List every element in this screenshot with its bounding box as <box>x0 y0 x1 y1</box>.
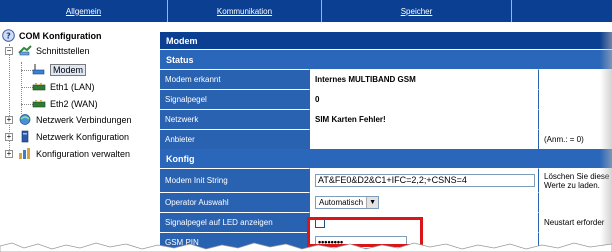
row-value: SIM Karten Fehler! <box>309 109 538 129</box>
section-status-heading: Status <box>160 50 612 69</box>
tree-item-netzwerk-verbindungen[interactable]: Netzwerk Verbindungen <box>18 111 132 128</box>
tree-item-label: Netzwerk Konfiguration <box>36 131 130 142</box>
tree-root-label: COM Konfiguration <box>19 30 102 41</box>
tree-item-label: Konfiguration verwalten <box>36 148 131 159</box>
panel-title: Modem <box>160 32 612 49</box>
ethernet-icon <box>32 97 46 110</box>
tree-item-modem[interactable]: Modem <box>32 61 87 78</box>
tab-allgemein[interactable]: Allgemein <box>0 0 168 22</box>
ethernet-icon <box>32 80 46 93</box>
torn-edge <box>0 242 612 252</box>
config-manage-icon <box>18 147 32 160</box>
chevron-down-icon[interactable]: ▼ <box>366 197 379 208</box>
network-config-icon <box>18 130 32 143</box>
row-value: 0 <box>309 89 538 109</box>
row-label: Operator Auswahl <box>160 192 309 212</box>
row-value: Internes MULTIBAND GSM <box>309 69 538 89</box>
tree-item-netzwerk-konfiguration[interactable]: Netzwerk Konfiguration <box>18 128 129 145</box>
expand-toggle-icon[interactable]: + <box>5 116 13 124</box>
page-edge-shadow <box>600 32 612 252</box>
tab-more[interactable] <box>512 0 612 22</box>
operator-select[interactable]: Automatisch ▼ <box>315 196 380 209</box>
expand-toggle-icon[interactable]: + <box>5 150 13 158</box>
help-icon: ? <box>2 29 16 42</box>
status-row-provider: Anbieter (Anm.: = 0) <box>160 129 612 149</box>
section-config-heading: Konfig <box>160 149 612 168</box>
tab-speicher[interactable]: Speicher <box>322 0 512 22</box>
config-row-operator: Operator Auswahl Automatisch ▼ <box>160 192 612 212</box>
expand-toggle-icon[interactable]: + <box>5 133 13 141</box>
tree-item-eth1[interactable]: Eth1 (LAN) <box>32 78 95 95</box>
row-label: Netzwerk <box>160 109 309 129</box>
modem-init-input[interactable]: AT&FE0&D2&C1+IFC=2,2;+CSNS=4 <box>315 174 535 187</box>
config-row-init: Modem Init String AT&FE0&D2&C1+IFC=2,2;+… <box>160 168 612 192</box>
row-label: Signalpegel auf LED anzeigen <box>160 212 309 232</box>
top-nav: Allgemein Kommunikation Speicher <box>0 0 612 22</box>
tree-item-label: Schnittstellen <box>36 45 90 56</box>
tree-item-label: Eth1 (LAN) <box>50 81 95 92</box>
tree-item-eth2[interactable]: Eth2 (WAN) <box>32 95 98 112</box>
network-interfaces-icon <box>18 44 32 57</box>
row-value: AT&FE0&D2&C1+IFC=2,2;+CSNS=4 <box>309 168 538 192</box>
tree-item-label: Modem <box>50 63 87 76</box>
row-value: Automatisch ▼ <box>309 192 538 212</box>
row-label: Signalpegel <box>160 89 309 109</box>
operator-select-value: Automatisch <box>319 198 364 207</box>
row-value <box>309 129 538 149</box>
tree-item-label: Eth2 (WAN) <box>50 98 98 109</box>
status-row-network: Netzwerk SIM Karten Fehler! <box>160 109 612 129</box>
tree-item-schnittstellen[interactable]: Schnittstellen <box>18 42 90 59</box>
row-label: Anbieter <box>160 129 309 149</box>
modem-icon <box>32 63 46 76</box>
config-tree: ? COM Konfiguration − Schnittstellen Mod… <box>0 22 160 252</box>
svg-text:?: ? <box>6 32 11 41</box>
collapse-toggle-icon[interactable]: − <box>5 47 13 55</box>
network-connections-icon <box>18 113 32 126</box>
tree-item-label: Netzwerk Verbindungen <box>36 114 132 125</box>
status-row-modem: Modem erkannt Internes MULTIBAND GSM <box>160 69 612 89</box>
row-label: Modem Init String <box>160 168 309 192</box>
tree-item-konfiguration-verwalten[interactable]: Konfiguration verwalten <box>18 145 130 162</box>
status-row-signal: Signalpegel 0 <box>160 89 612 109</box>
row-label: Modem erkannt <box>160 69 309 89</box>
tab-kommunikation[interactable]: Kommunikation <box>168 0 322 22</box>
